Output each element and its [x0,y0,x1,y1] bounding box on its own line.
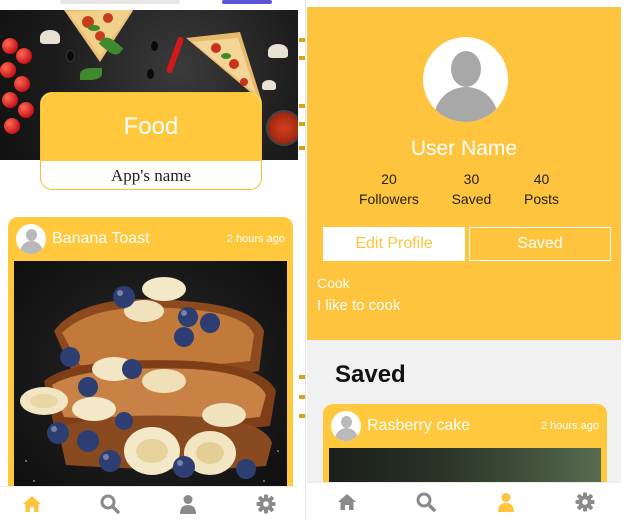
stat-label: Saved [451,191,492,207]
app-subtitle: App's name [110,166,192,185]
avatar[interactable] [331,411,361,441]
profile-avatar[interactable] [423,37,508,122]
stat-value: 30 [463,171,480,187]
post-header: Banana Toast 2 hours ago [10,219,291,259]
screen-separator [305,0,306,520]
post-title: Banana Toast [52,230,150,247]
profile-header: User Name 20 Followers 30 Saved 40 Posts… [307,7,621,340]
post-card[interactable]: Banana Toast 2 hours ago [8,217,293,507]
profile-icon[interactable] [494,490,518,514]
saved-section-title: Saved [335,361,406,388]
avatar[interactable] [16,224,46,254]
profile-stats: 20 Followers 30 Saved 40 Posts [359,169,559,209]
status-bar-fragment [0,0,298,10]
settings-icon[interactable] [254,492,278,516]
food-feed-screen: Food App's name Banana Toast 2 hours ago [0,0,298,520]
app-title: Food [123,113,179,140]
saved-post-card[interactable]: Rasberry cake 2 hours ago [323,404,607,494]
bottom-nav [307,482,621,520]
profile-screen: User Name 20 Followers 30 Saved 40 Posts… [307,7,621,520]
status-bar-pill [60,0,180,4]
home-icon[interactable] [335,490,359,514]
stat-value: 40 [533,171,550,187]
stat-posts[interactable]: 40 Posts [524,169,559,209]
settings-icon[interactable] [573,490,597,514]
saved-button[interactable]: Saved [469,227,611,261]
search-icon[interactable] [414,490,438,514]
user-role: Cook [317,275,350,291]
app-title-card: Food App's name [40,92,262,190]
app-title-banner: Food [41,93,261,161]
post-header: Rasberry cake 2 hours ago [325,406,605,446]
stat-saved[interactable]: 30 Saved [452,169,492,209]
stat-label: Followers [359,191,419,207]
home-icon[interactable] [20,492,44,516]
profile-icon[interactable] [176,492,200,516]
post-time: 2 hours ago [540,420,599,432]
post-photo-french-toast[interactable] [14,261,287,505]
bottom-nav [0,486,298,520]
post-title: Rasberry cake [367,417,471,434]
user-bio: I like to cook [317,297,401,314]
search-icon[interactable] [98,492,122,516]
status-bar-indicator [222,0,272,4]
post-time: 2 hours ago [226,233,285,245]
user-name: User Name [410,137,518,160]
stat-label: Posts [523,191,559,207]
edit-profile-button[interactable]: Edit Profile [323,227,465,261]
stat-value: 20 [381,171,397,187]
stat-followers[interactable]: 20 Followers [359,169,419,209]
